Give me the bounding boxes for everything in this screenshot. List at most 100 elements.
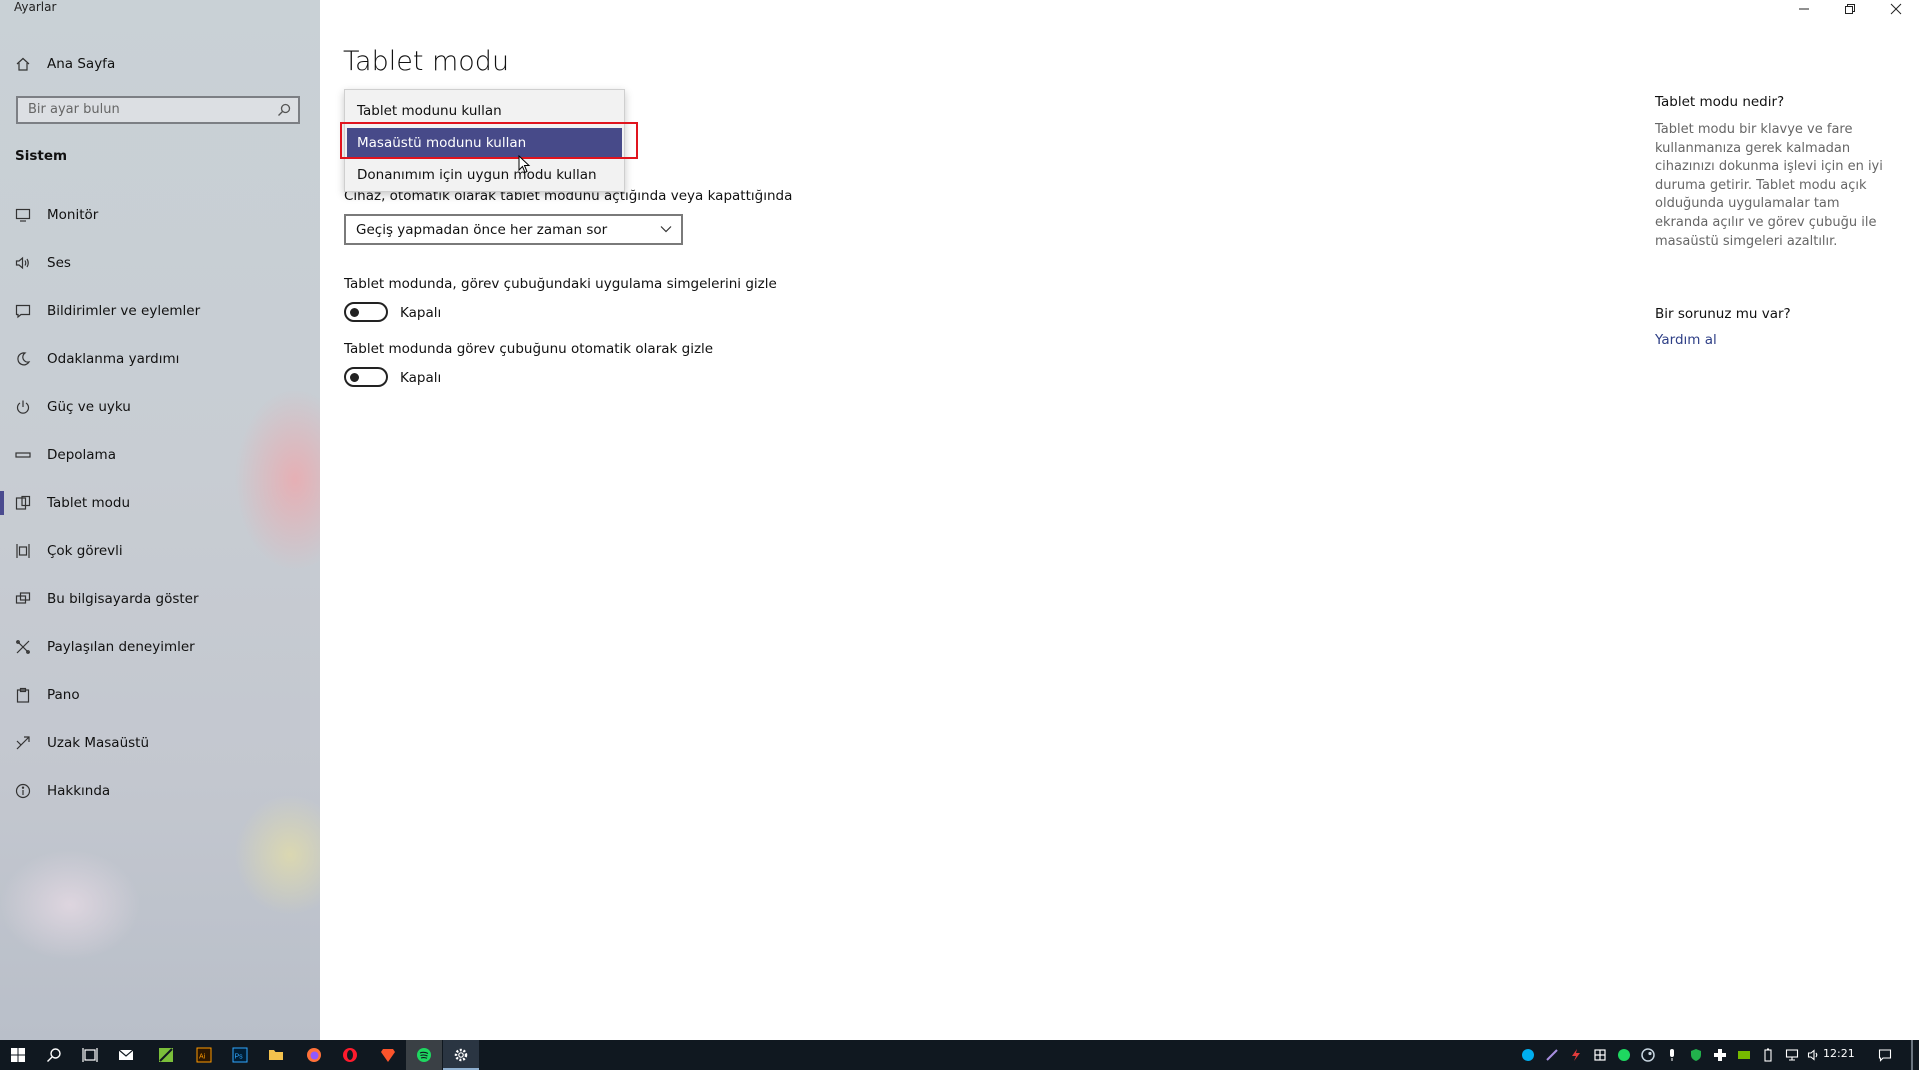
autohide-label: Tablet modunda görev çubuğunu otomatik o… — [344, 341, 714, 357]
sidebar-item-storage[interactable]: Depolama — [0, 435, 320, 475]
chevron-down-icon — [658, 221, 674, 237]
show-desktop-button[interactable] — [1911, 1040, 1913, 1070]
page-title: Tablet modu — [343, 46, 510, 77]
sidebar-item-sound[interactable]: Ses — [0, 243, 320, 283]
action-center-button[interactable] — [1873, 1040, 1897, 1070]
tray-microphone[interactable] — [1660, 1040, 1684, 1070]
taskbar-settings[interactable] — [443, 1040, 479, 1070]
speaker-icon — [14, 254, 32, 272]
sidebar-item-power[interactable]: Güç ve uyku — [0, 387, 320, 427]
sidebar-item-home[interactable]: Ana Sayfa — [0, 44, 320, 84]
multitasking-icon — [14, 542, 32, 560]
tray-steam[interactable] — [1636, 1040, 1660, 1070]
sidebar-item-focus-assist[interactable]: Odaklanma yardımı — [0, 339, 320, 379]
sidebar-item-label: Depolama — [47, 447, 116, 463]
search-input[interactable]: Bir ayar bulun — [16, 96, 300, 124]
mouse-cursor-icon — [518, 155, 531, 174]
sidebar-item-project[interactable]: Bu bilgisayarda göster — [0, 579, 320, 619]
tray-spotify[interactable] — [1612, 1040, 1636, 1070]
help-link[interactable]: Yardım al — [1655, 332, 1717, 348]
sidebar-item-remote-desktop[interactable]: Uzak Masaüstü — [0, 723, 320, 763]
search-icon[interactable] — [276, 102, 292, 118]
task-view-button[interactable] — [72, 1040, 108, 1070]
tray-lightning-app[interactable] — [1564, 1040, 1588, 1070]
sidebar-item-monitor[interactable]: Monitör — [0, 195, 320, 235]
autohide-state: Kapalı — [400, 370, 442, 386]
lightning-icon — [1572, 1049, 1580, 1061]
sidebar-item-clipboard[interactable]: Pano — [0, 675, 320, 715]
toggle-knob — [350, 308, 359, 317]
about-text: Tablet modu bir klavye ve fare kullanman… — [1655, 122, 1883, 249]
power-icon — [14, 398, 32, 416]
taskbar-firefox[interactable] — [296, 1040, 332, 1070]
steam-icon — [1641, 1048, 1655, 1062]
sidebar-item-notifications[interactable]: Bildirimler ve eylemler — [0, 291, 320, 331]
sidebar-item-label: Ses — [47, 255, 71, 271]
sidebar-item-label: Pano — [47, 687, 80, 703]
search-icon — [47, 1048, 61, 1063]
opera-icon — [343, 1048, 357, 1062]
action-center-icon — [1878, 1049, 1892, 1062]
hide-icons-toggle[interactable] — [344, 302, 388, 322]
volume-icon — [1807, 1049, 1818, 1061]
taskbar-spotify[interactable] — [406, 1040, 442, 1070]
tray-nvidia[interactable] — [1732, 1040, 1756, 1070]
taskbar: Ai Ps 12:21 — [0, 1040, 1919, 1070]
taskbar-illustrator[interactable]: Ai — [186, 1040, 222, 1070]
sidebar-item-tablet-mode[interactable]: Tablet modu — [0, 483, 320, 523]
cross-app-icon — [1714, 1049, 1726, 1061]
hide-icons-label: Tablet modunda, görev çubuğundaki uygula… — [344, 276, 777, 292]
minimize-icon — [1799, 8, 1809, 10]
battery-icon — [1764, 1048, 1772, 1062]
sidebar-item-label: Bildirimler ve eylemler — [47, 303, 201, 319]
taskbar-file-explorer[interactable] — [258, 1040, 294, 1070]
shield-icon — [1691, 1049, 1701, 1061]
start-button[interactable] — [0, 1040, 36, 1070]
tray-defender[interactable] — [1684, 1040, 1708, 1070]
tray-skype[interactable] — [1516, 1040, 1540, 1070]
taskbar-search-button[interactable] — [36, 1040, 72, 1070]
restore-button[interactable] — [1827, 0, 1873, 18]
grid-app-icon — [1594, 1049, 1606, 1061]
file-explorer-icon — [269, 1050, 283, 1060]
photoshop-icon: Ps — [232, 1047, 248, 1063]
tray-app-grid[interactable] — [1588, 1040, 1612, 1070]
taskbar-photoshop[interactable]: Ps — [222, 1040, 258, 1070]
storage-icon — [14, 446, 32, 464]
green-app-icon — [159, 1048, 173, 1062]
monitor-icon — [14, 206, 32, 224]
sidebar-item-about[interactable]: Hakkında — [0, 771, 320, 811]
spotify-icon — [1618, 1049, 1630, 1061]
tray-network[interactable] — [1780, 1040, 1804, 1070]
close-button[interactable] — [1873, 0, 1919, 18]
section-title: Sistem — [15, 148, 68, 164]
network-icon — [1785, 1049, 1799, 1061]
tray-app-cross[interactable] — [1708, 1040, 1732, 1070]
moon-icon — [14, 350, 32, 368]
minimize-button[interactable] — [1781, 0, 1827, 18]
hide-icons-state: Kapalı — [400, 305, 442, 321]
sidebar-item-shared-experiences[interactable]: Paylaşılan deneyimler — [0, 627, 320, 667]
svg-text:Ai: Ai — [199, 1054, 206, 1061]
sidebar-item-label: Hakkında — [47, 783, 111, 799]
sidebar-item-label: Bu bilgisayarda göster — [47, 591, 199, 607]
windows-start-icon — [11, 1048, 25, 1062]
switch-mode-dropdown[interactable]: Geçiş yapmadan önce her zaman sor — [344, 214, 683, 245]
pen-icon — [1546, 1049, 1558, 1061]
autohide-toggle[interactable] — [344, 367, 388, 387]
shared-experiences-icon — [14, 638, 32, 656]
taskbar-brave[interactable] — [370, 1040, 406, 1070]
brave-icon — [381, 1049, 395, 1062]
dropdown-option-hardware-mode[interactable]: Donanımım için uygun modu kullan — [345, 160, 624, 190]
spotify-icon — [417, 1048, 431, 1062]
sidebar-item-multitasking[interactable]: Çok görevli — [0, 531, 320, 571]
taskbar-clock[interactable]: 12:21 — [1823, 1047, 1855, 1060]
svg-text:Ps: Ps — [235, 1054, 244, 1061]
taskbar-mail[interactable] — [108, 1040, 144, 1070]
taskbar-green-app[interactable] — [148, 1040, 184, 1070]
tray-pen[interactable] — [1540, 1040, 1564, 1070]
taskbar-opera[interactable] — [332, 1040, 368, 1070]
sidebar-item-label: Paylaşılan deneyimler — [47, 639, 195, 655]
tablet-mode-icon — [14, 494, 32, 512]
tray-battery[interactable] — [1756, 1040, 1780, 1070]
